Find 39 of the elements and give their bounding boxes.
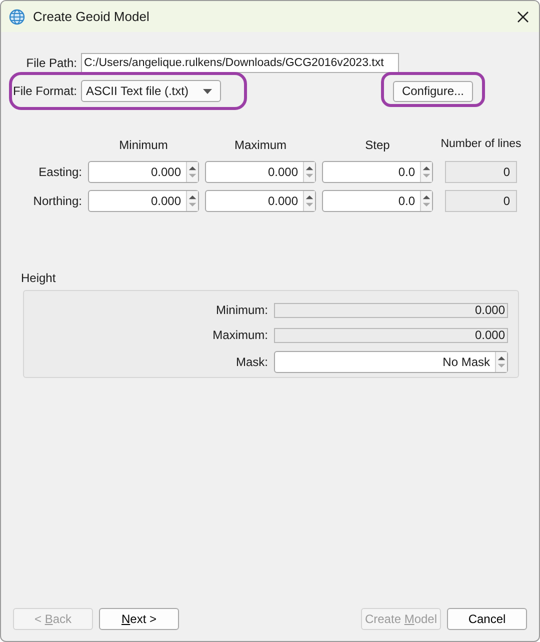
- height-minimum-field: 0.000: [274, 302, 508, 318]
- window-title: Create Geoid Model: [33, 8, 150, 26]
- column-header: Step: [364, 137, 391, 154]
- column-header: Maximum: [233, 137, 288, 154]
- spin-arrows-icon[interactable]: [495, 352, 507, 372]
- column-header: Minimum: [118, 137, 169, 154]
- maximum-spinbox[interactable]: 0.000: [205, 161, 316, 183]
- spin-arrows-icon[interactable]: [303, 162, 315, 182]
- mask-spinbox[interactable]: No Mask: [274, 351, 508, 373]
- field-label: Mask:: [236, 354, 268, 371]
- field-label: Maximum:: [212, 327, 268, 344]
- caret-icon: [203, 88, 212, 94]
- row-label: Northing:: [32, 193, 82, 210]
- minimum-spinbox[interactable]: 0.000: [88, 190, 199, 212]
- close-icon[interactable]: [517, 10, 529, 22]
- file-path-field[interactable]: C:/Users/angelique.rulkens/Downloads/GCG2016v2023.txt: [81, 53, 399, 73]
- spin-arrows-icon[interactable]: [186, 162, 198, 182]
- dialog-button[interactable]: Next >: [99, 608, 179, 630]
- field-label: Minimum:: [216, 302, 268, 319]
- spin-arrows-icon[interactable]: [420, 162, 432, 182]
- field-label: File Path:: [25, 55, 78, 72]
- dialog-button[interactable]: Cancel: [447, 608, 527, 630]
- spin-arrows-icon[interactable]: [186, 191, 198, 211]
- height-maximum-field: 0.000: [274, 328, 508, 342]
- field-label: File Format:: [13, 83, 78, 100]
- maximum-spinbox[interactable]: 0.000: [205, 190, 316, 212]
- configure-button[interactable]: Configure...: [393, 80, 473, 102]
- line-count-field: 0: [445, 161, 517, 183]
- step-spinbox[interactable]: 0.0: [322, 161, 433, 183]
- file-format-dropdown[interactable]: ASCII Text file (.txt): [81, 80, 221, 102]
- spin-arrows-icon[interactable]: [420, 191, 432, 211]
- line-count-field: 0: [445, 190, 517, 212]
- spin-arrows-icon[interactable]: [303, 191, 315, 211]
- minimum-spinbox[interactable]: 0.000: [88, 161, 199, 183]
- group-title: Height: [21, 270, 57, 287]
- row-label: Easting:: [38, 164, 82, 181]
- column-header: Number of lines: [440, 137, 522, 152]
- step-spinbox[interactable]: 0.0: [322, 190, 433, 212]
- globe-icon: [9, 8, 25, 24]
